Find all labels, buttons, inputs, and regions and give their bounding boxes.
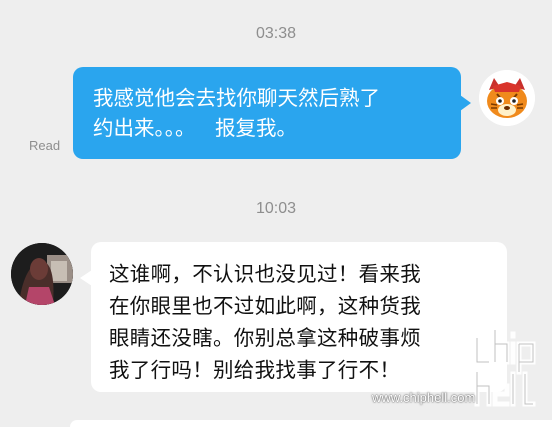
incoming-message-bubble[interactable]: 这谁啊，不认识也没见过！看来我 在你眼里也不过如此啊，这种货我 眼睛还没瞎。你别… bbox=[80, 242, 507, 392]
outgoing-message-line: 约出来。。。 报复我。 bbox=[93, 116, 298, 140]
incoming-message-line: 我了行吗！别给我找事了行不！ bbox=[109, 358, 401, 382]
outgoing-message-bubble[interactable]: 我感觉他会去找你聊天然后熟了 约出来。。。 报复我。 bbox=[73, 67, 471, 159]
input-bar-edge bbox=[70, 420, 552, 427]
timestamp-2: 10:03 bbox=[255, 200, 297, 217]
read-receipt: Read bbox=[29, 138, 61, 153]
watermark-url: www.chiphell.com bbox=[372, 390, 476, 405]
contact-avatar-icon[interactable] bbox=[11, 243, 73, 305]
incoming-message-line: 在你眼里也不过如此啊，这种货我 bbox=[109, 294, 421, 318]
timestamp-1: 03:38 bbox=[255, 25, 297, 42]
chiphell-logo-icon bbox=[473, 327, 543, 412]
my-avatar-icon[interactable] bbox=[479, 70, 535, 126]
incoming-message-line: 这谁啊，不认识也没见过！看来我 bbox=[109, 262, 421, 286]
outgoing-message-line: 我感觉他会去找你聊天然后熟了 bbox=[93, 86, 380, 110]
incoming-message-line: 眼睛还没瞎。你别总拿这种破事烦 bbox=[109, 326, 421, 350]
